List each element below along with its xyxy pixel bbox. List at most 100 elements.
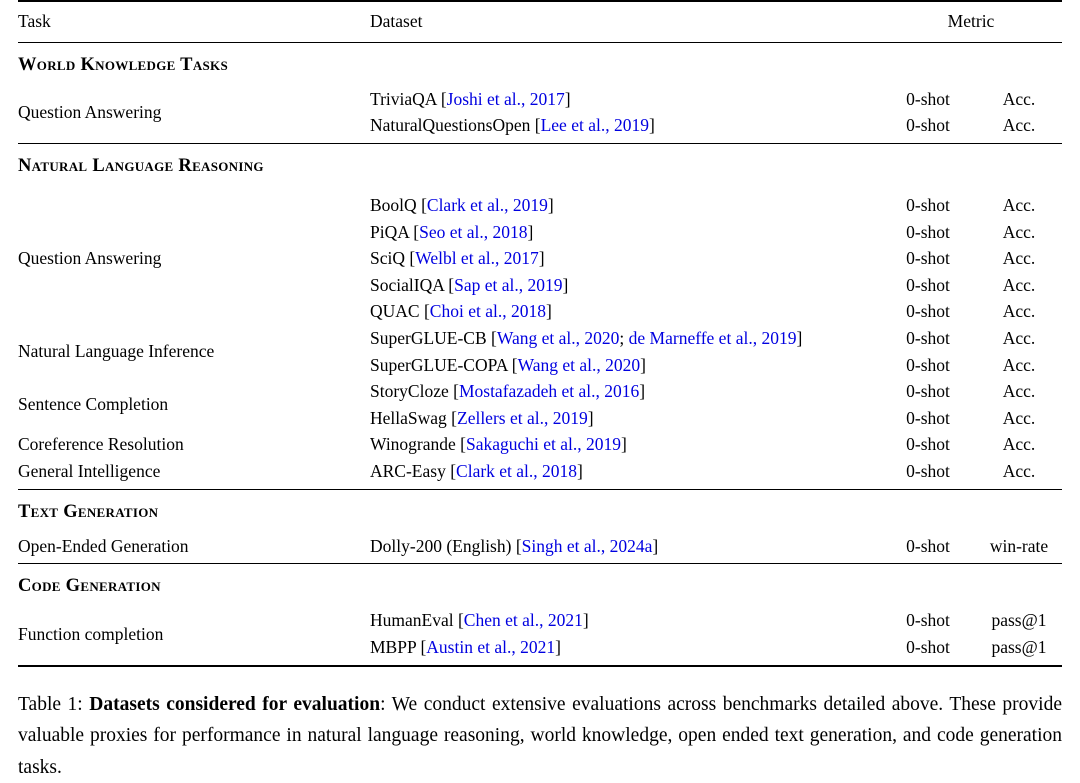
cell-dataset: ARC-Easy [Clark et al., 2018] [370, 458, 880, 485]
cell-shot-setting: 0-shot [906, 407, 950, 428]
cell-shot-setting: 0-shot [906, 434, 950, 455]
cell-shot-setting: 0-shot [906, 88, 950, 109]
dataset-name: SciQ [370, 248, 410, 269]
section-heading-row: World Knowledge Tasks [18, 43, 1062, 82]
table-row: General Intelligence ARC-Easy [Clark et a… [18, 458, 1062, 485]
cell-task: Coreference Resolution [18, 434, 184, 455]
bracket-close: ] [547, 195, 554, 215]
dataset-name: SocialIQA [370, 274, 449, 295]
cell-dataset: SocialIQA [Sap et al., 2019] [370, 272, 880, 299]
cell-dataset: Winogrande [Sakaguchi et al., 2019] [370, 431, 880, 458]
section-heading: World Knowledge Tasks [18, 54, 228, 75]
cell-metric: Acc. [1002, 327, 1036, 348]
bracket-close: ] [538, 248, 545, 269]
bracket-close: ] [582, 610, 589, 631]
cell-dataset: QUAC [Choi et al., 2018] [370, 298, 880, 325]
dataset-name: TriviaQA [370, 88, 441, 109]
cell-dataset: BoolQ [Clark et al., 2019] [370, 192, 880, 219]
citation-link[interactable]: Zellers et al., 2019 [457, 408, 588, 428]
column-header-dataset: Dataset [370, 11, 423, 31]
bracket-close: ] [796, 327, 803, 348]
citation-link[interactable]: de Marneffe et al., 2019 [629, 328, 797, 348]
cell-task: Natural Language Inference [18, 341, 215, 362]
table-row: Sentence Completion StoryCloze [Mostafaza… [18, 378, 1062, 414]
cell-shot-setting: 0-shot [906, 221, 950, 242]
dataset-name: MBPP [370, 636, 421, 657]
cell-dataset: SciQ [Welbl et al., 2017] [370, 245, 880, 272]
citation-link[interactable]: Sakaguchi et al., 2019 [466, 434, 621, 454]
cell-shot-setting: 0-shot [906, 248, 950, 269]
table-row: Coreference Resolution Winogrande [Sakagu… [18, 431, 1062, 458]
cell-metric: Acc. [1002, 301, 1036, 322]
dataset-name: QUAC [370, 301, 424, 322]
cell-shot-setting: 0-shot [906, 354, 950, 375]
citation-link[interactable]: Singh et al., 2024a [522, 536, 653, 556]
cell-metric: Acc. [1002, 434, 1036, 455]
cell-metric: Acc. [1002, 274, 1036, 295]
citation-link[interactable]: Austin et al., 2021 [426, 637, 555, 657]
table-body: Task Dataset Metric World Knowledge Tasks Qu… [18, 0, 1062, 668]
cell-metric: Acc. [1002, 248, 1036, 269]
cell-metric: Acc. [1002, 407, 1036, 428]
cell-metric: win-rate [989, 535, 1049, 556]
bracket-close: ] [527, 221, 534, 242]
spacer-cell [18, 183, 1062, 192]
bracket-close: ] [577, 460, 583, 481]
citation-link[interactable]: Choi et al., 2018 [430, 301, 546, 321]
bracket-close: ] [621, 434, 627, 455]
citation-link[interactable]: Wang et al., 2020 [518, 355, 641, 375]
section-heading-row: Code Generation [18, 564, 1062, 603]
cell-shot-setting: 0-shot [906, 301, 950, 322]
dataset-name: ARC-Easy [370, 460, 451, 481]
section-heading: Natural Language Reasoning [18, 155, 264, 176]
column-header-task: Task [18, 11, 51, 31]
citation-link[interactable]: Clark et al., 2018 [456, 461, 577, 481]
citation-link[interactable]: Joshi et al., 2017 [447, 89, 565, 109]
table-row: Open-Ended Generation Dolly-200 (English)… [18, 533, 1062, 560]
datasets-table: Task Dataset Metric World Knowledge Tasks Qu… [18, 0, 1062, 668]
citation-link[interactable]: Chen et al., 2021 [464, 610, 583, 630]
bracket-close: ] [652, 535, 659, 556]
dataset-name: NaturalQuestionsOpen [370, 115, 535, 136]
cell-metric: Acc. [1002, 354, 1036, 375]
cell-shot-setting: 0-shot [906, 327, 950, 348]
cell-metric: pass@1 [991, 610, 1047, 631]
citation-link[interactable]: Lee et al., 2019 [541, 115, 649, 135]
dataset-name: SuperGLUE-COPA [370, 354, 512, 375]
cell-task: Question Answering [18, 248, 162, 269]
cell-shot-setting: 0-shot [906, 460, 950, 481]
dataset-name: Winogrande [370, 434, 461, 455]
cell-dataset: Dolly-200 (English) [Singh et al., 2024a… [370, 533, 880, 560]
bracket-close: ] [555, 636, 561, 657]
dataset-name: Dolly-200 (English) [370, 535, 516, 556]
section-heading: Text Generation [18, 501, 159, 522]
bracket-close: ] [640, 354, 646, 375]
citation-link[interactable]: Welbl et al., 2017 [415, 248, 539, 268]
citation-link[interactable]: Seo et al., 2018 [419, 222, 527, 242]
dataset-name: PiQA [370, 221, 414, 242]
dataset-name: BoolQ [370, 195, 422, 215]
citation-link[interactable]: Wang et al., 2020 [497, 328, 620, 348]
dataset-name: HumanEval [370, 610, 458, 631]
cell-metric: Acc. [1002, 221, 1036, 242]
cell-task: Function completion [18, 623, 164, 644]
cell-shot-setting: 0-shot [906, 115, 950, 136]
cell-dataset: SuperGLUE-COPA [Wang et al., 2020] [370, 352, 880, 379]
cell-task: Question Answering [18, 102, 162, 122]
cell-shot-setting: 0-shot [906, 610, 950, 631]
cell-dataset: PiQA [Seo et al., 2018] [370, 219, 880, 246]
spacer-row [18, 183, 1062, 192]
cell-shot-setting: 0-shot [906, 381, 950, 402]
table-row: Question Answering TriviaQA [Joshi et al.… [18, 86, 1062, 122]
dataset-name: StoryCloze [370, 381, 454, 402]
citation-link[interactable]: Clark et al., 2019 [427, 195, 548, 215]
citation-link[interactable]: Sap et al., 2019 [454, 275, 562, 295]
cell-dataset: TriviaQA [Joshi et al., 2017] [370, 86, 880, 113]
cell-task: Sentence Completion [18, 394, 169, 415]
dataset-name: HellaSwag [370, 407, 452, 428]
table-figure: Task Dataset Metric World Knowledge Tasks Qu… [0, 0, 1080, 778]
cell-metric: pass@1 [991, 636, 1047, 657]
cell-metric: Acc. [1002, 381, 1036, 402]
cell-metric: Acc. [1002, 88, 1036, 109]
citation-link[interactable]: Mostafazadeh et al., 2016 [459, 381, 639, 401]
